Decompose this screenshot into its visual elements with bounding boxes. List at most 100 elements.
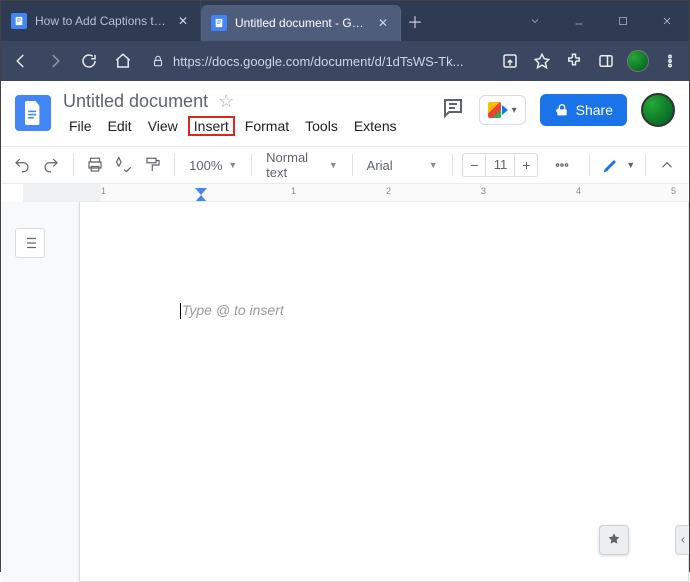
increase-font-button[interactable]: + [515, 154, 537, 176]
account-avatar-icon[interactable] [641, 93, 675, 127]
spellcheck-button[interactable] [113, 152, 136, 178]
menu-bar: File Edit View Insert Format Tools Exten… [63, 116, 429, 136]
document-outline-button[interactable] [15, 228, 45, 258]
paint-format-button[interactable] [141, 152, 164, 178]
first-line-indent-icon[interactable] [195, 188, 207, 195]
toolbar: 100% ▼ Normal text ▼ Arial ▼ − 11 + ▼ [1, 146, 689, 184]
font-size-value[interactable]: 11 [485, 154, 515, 176]
share-page-icon[interactable] [499, 50, 521, 72]
window-controls [513, 1, 689, 41]
url-box[interactable]: https://docs.google.com/document/d/1dTsW… [145, 54, 489, 69]
pencil-icon [600, 154, 622, 176]
separator [73, 154, 74, 176]
canvas-area: Type @ to insert [1, 202, 689, 582]
profile-avatar-icon[interactable] [627, 50, 649, 72]
chevron-down-icon: ▼ [429, 160, 438, 170]
ruler-label: 4 [576, 186, 581, 196]
explore-button[interactable] [599, 525, 629, 555]
forward-button[interactable] [43, 49, 67, 73]
extensions-icon[interactable] [563, 50, 585, 72]
ruler-label: 2 [386, 186, 391, 196]
minimize-icon[interactable] [557, 1, 601, 41]
separator [645, 154, 646, 176]
collapse-toolbar-button[interactable] [656, 152, 679, 178]
menu-extensions[interactable]: Extens [348, 116, 403, 136]
new-tab-button[interactable]: ＋ [401, 1, 429, 41]
font-size-control: − 11 + [462, 153, 538, 177]
maximize-icon[interactable] [601, 1, 645, 41]
chevron-down-icon: ▾ [512, 105, 517, 116]
style-select[interactable]: Normal text ▼ [262, 150, 342, 180]
placeholder-text: Type @ to insert [182, 302, 284, 318]
chevron-down-icon: ▼ [329, 160, 338, 170]
kebab-menu-icon[interactable] [659, 50, 681, 72]
page-body[interactable]: Type @ to insert [80, 202, 688, 319]
style-value: Normal text [266, 150, 323, 180]
share-button[interactable]: Share [540, 94, 627, 126]
separator [174, 154, 175, 176]
left-gutter [1, 202, 59, 582]
meet-button[interactable]: ▾ [479, 95, 526, 125]
bookmark-star-icon[interactable] [531, 50, 553, 72]
menu-insert[interactable]: Insert [188, 116, 235, 136]
separator [452, 154, 453, 176]
side-panel-icon[interactable] [595, 50, 617, 72]
print-button[interactable] [84, 152, 107, 178]
browser-address-bar: https://docs.google.com/document/d/1dTsW… [1, 41, 689, 81]
horizontal-ruler[interactable]: 1 1 2 3 4 5 [23, 184, 689, 202]
docs-logo-icon[interactable] [15, 95, 51, 131]
menu-view[interactable]: View [142, 116, 184, 136]
separator [589, 154, 590, 176]
more-tools-button[interactable] [550, 152, 573, 178]
browser-titlebar: How to Add Captions to Im ✕ Untitled doc… [1, 1, 689, 41]
font-select[interactable]: Arial ▼ [363, 158, 442, 173]
url-text: https://docs.google.com/document/d/1dTsW… [173, 54, 463, 69]
close-window-icon[interactable] [645, 1, 689, 41]
close-icon[interactable]: ✕ [376, 16, 390, 30]
show-side-panel-button[interactable] [675, 525, 689, 555]
ruler-label: 1 [101, 186, 106, 196]
ruler-label: 3 [481, 186, 486, 196]
chevron-down-icon[interactable] [513, 1, 557, 41]
back-button[interactable] [9, 49, 33, 73]
editing-mode-button[interactable]: ▼ [600, 154, 635, 176]
font-value: Arial [367, 158, 393, 173]
undo-button[interactable] [11, 152, 34, 178]
header-right: ▾ Share [441, 93, 675, 127]
menu-tools[interactable]: Tools [299, 116, 344, 136]
menu-format[interactable]: Format [239, 116, 295, 136]
zoom-value: 100% [189, 158, 222, 173]
separator [251, 154, 252, 176]
menu-edit[interactable]: Edit [102, 116, 138, 136]
lock-icon [151, 54, 165, 68]
redo-button[interactable] [40, 152, 63, 178]
zoom-select[interactable]: 100% ▼ [185, 158, 241, 173]
home-button[interactable] [111, 49, 135, 73]
document-page[interactable]: Type @ to insert [79, 202, 689, 582]
reload-button[interactable] [77, 49, 101, 73]
doc-title[interactable]: Untitled document [63, 91, 208, 112]
ruler-label: 5 [671, 186, 676, 196]
menu-file[interactable]: File [63, 116, 98, 136]
docs-app: Untitled document ☆ File Edit View Inser… [1, 81, 689, 582]
meet-icon [488, 102, 508, 118]
star-icon[interactable]: ☆ [218, 91, 234, 112]
tab-howto[interactable]: How to Add Captions to Im ✕ [1, 1, 201, 41]
share-label: Share [576, 102, 613, 118]
separator [352, 154, 353, 176]
close-icon[interactable]: ✕ [176, 14, 190, 28]
chevron-down-icon: ▼ [228, 160, 237, 170]
docs-favicon-icon [11, 13, 27, 29]
doc-info: Untitled document ☆ File Edit View Inser… [63, 91, 429, 136]
text-cursor [180, 303, 181, 319]
tab-untitled[interactable]: Untitled document - Googl ✕ [201, 5, 401, 41]
docs-favicon-icon [211, 15, 227, 31]
comment-history-icon[interactable] [441, 96, 465, 125]
chevron-down-icon: ▼ [626, 160, 635, 170]
decrease-font-button[interactable]: − [463, 154, 485, 176]
ruler-label: 1 [291, 186, 296, 196]
tab-title: How to Add Captions to Im [35, 14, 168, 28]
tab-title: Untitled document - Googl [235, 16, 368, 30]
docs-header: Untitled document ☆ File Edit View Inser… [1, 81, 689, 136]
left-indent-icon[interactable] [195, 195, 207, 202]
